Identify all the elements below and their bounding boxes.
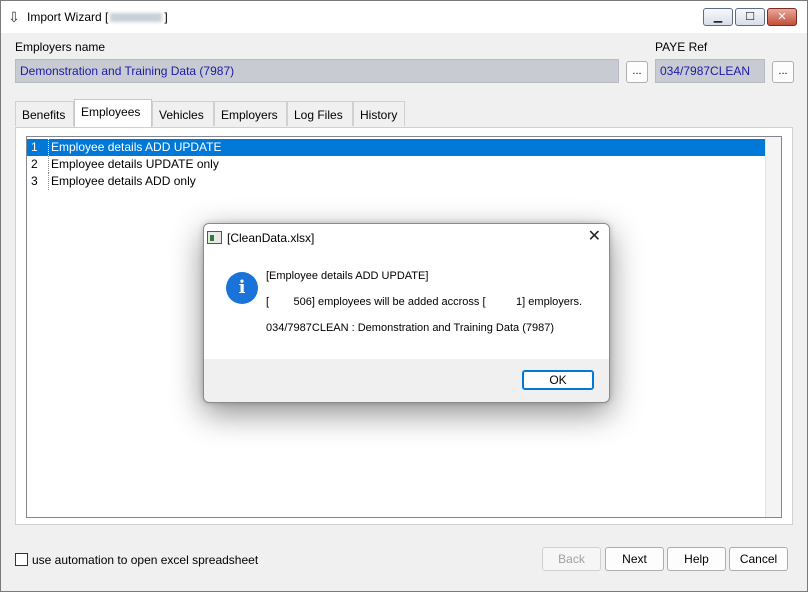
spreadsheet-icon: [207, 231, 222, 244]
list-item-number: 3: [31, 174, 38, 188]
list-item-label: Employee details ADD UPDATE: [51, 140, 222, 154]
paye-browse-button[interactable]: ...: [772, 61, 794, 83]
info-icon: i: [226, 272, 258, 304]
list-scrollbar[interactable]: [765, 137, 781, 517]
help-button[interactable]: Help: [667, 547, 726, 571]
dialog-close-icon[interactable]: ✕: [588, 227, 601, 247]
title-bar: ⇩ Import Wizard [] ▁ ☐ ✕: [1, 1, 807, 33]
list-item[interactable]: 2 Employee details UPDATE only: [27, 156, 765, 173]
tab-log-files[interactable]: Log Files: [287, 101, 353, 126]
dialog-title: [CleanData.xlsx]: [227, 231, 315, 245]
minimize-button[interactable]: ▁: [703, 8, 733, 26]
title-redacted: [110, 13, 163, 23]
window-title: Import Wizard []: [27, 10, 168, 24]
back-button[interactable]: Back: [542, 547, 601, 571]
employer-browse-button[interactable]: ...: [626, 61, 648, 83]
dialog-message-line-2: [ 506] employees will be added accross […: [266, 296, 583, 308]
list-item-divider: [48, 156, 49, 173]
list-item-divider: [48, 139, 49, 156]
close-button[interactable]: ✕: [767, 8, 797, 26]
paye-ref-field: 034/7987CLEAN: [655, 59, 765, 83]
dialog-body: i [Employee details ADD UPDATE] [ 506] e…: [204, 250, 609, 359]
window-title-text: Import Wizard [: [27, 10, 109, 24]
import-app-icon: ⇩: [8, 9, 20, 25]
list-item-label: Employee details ADD only: [51, 174, 196, 188]
paye-ref-label: PAYE Ref: [655, 40, 708, 54]
list-item-number: 2: [31, 157, 38, 171]
employers-name-field: Demonstration and Training Data (7987): [15, 59, 619, 83]
automation-checkbox-label[interactable]: use automation to open excel spreadsheet: [32, 553, 258, 567]
ok-button[interactable]: OK: [522, 370, 594, 390]
maximize-button[interactable]: ☐: [735, 8, 765, 26]
list-item-label: Employee details UPDATE only: [51, 157, 219, 171]
tab-vehicles[interactable]: Vehicles: [152, 101, 214, 126]
tab-employers[interactable]: Employers: [214, 101, 287, 126]
dialog-message-line-1: [Employee details ADD UPDATE]: [266, 270, 429, 282]
tab-history[interactable]: History: [353, 101, 405, 126]
list-item-number: 1: [31, 140, 38, 154]
cancel-button[interactable]: Cancel: [729, 547, 788, 571]
dialog-message-line-3: 034/7987CLEAN : Demonstration and Traini…: [266, 322, 555, 334]
window-title-suffix: ]: [164, 10, 168, 24]
tab-employees[interactable]: Employees: [74, 99, 152, 127]
employers-name-label: Employers name: [15, 40, 106, 54]
list-item[interactable]: 1 Employee details ADD UPDATE: [27, 139, 765, 156]
list-item[interactable]: 3 Employee details ADD only: [27, 173, 765, 190]
next-button[interactable]: Next: [605, 547, 664, 571]
info-dialog: [CleanData.xlsx] ✕ i [Employee details A…: [203, 223, 610, 403]
tab-benefits[interactable]: Benefits: [15, 101, 74, 126]
list-item-divider: [48, 173, 49, 190]
automation-checkbox[interactable]: [15, 553, 28, 566]
dialog-title-bar: [CleanData.xlsx] ✕: [204, 224, 609, 250]
